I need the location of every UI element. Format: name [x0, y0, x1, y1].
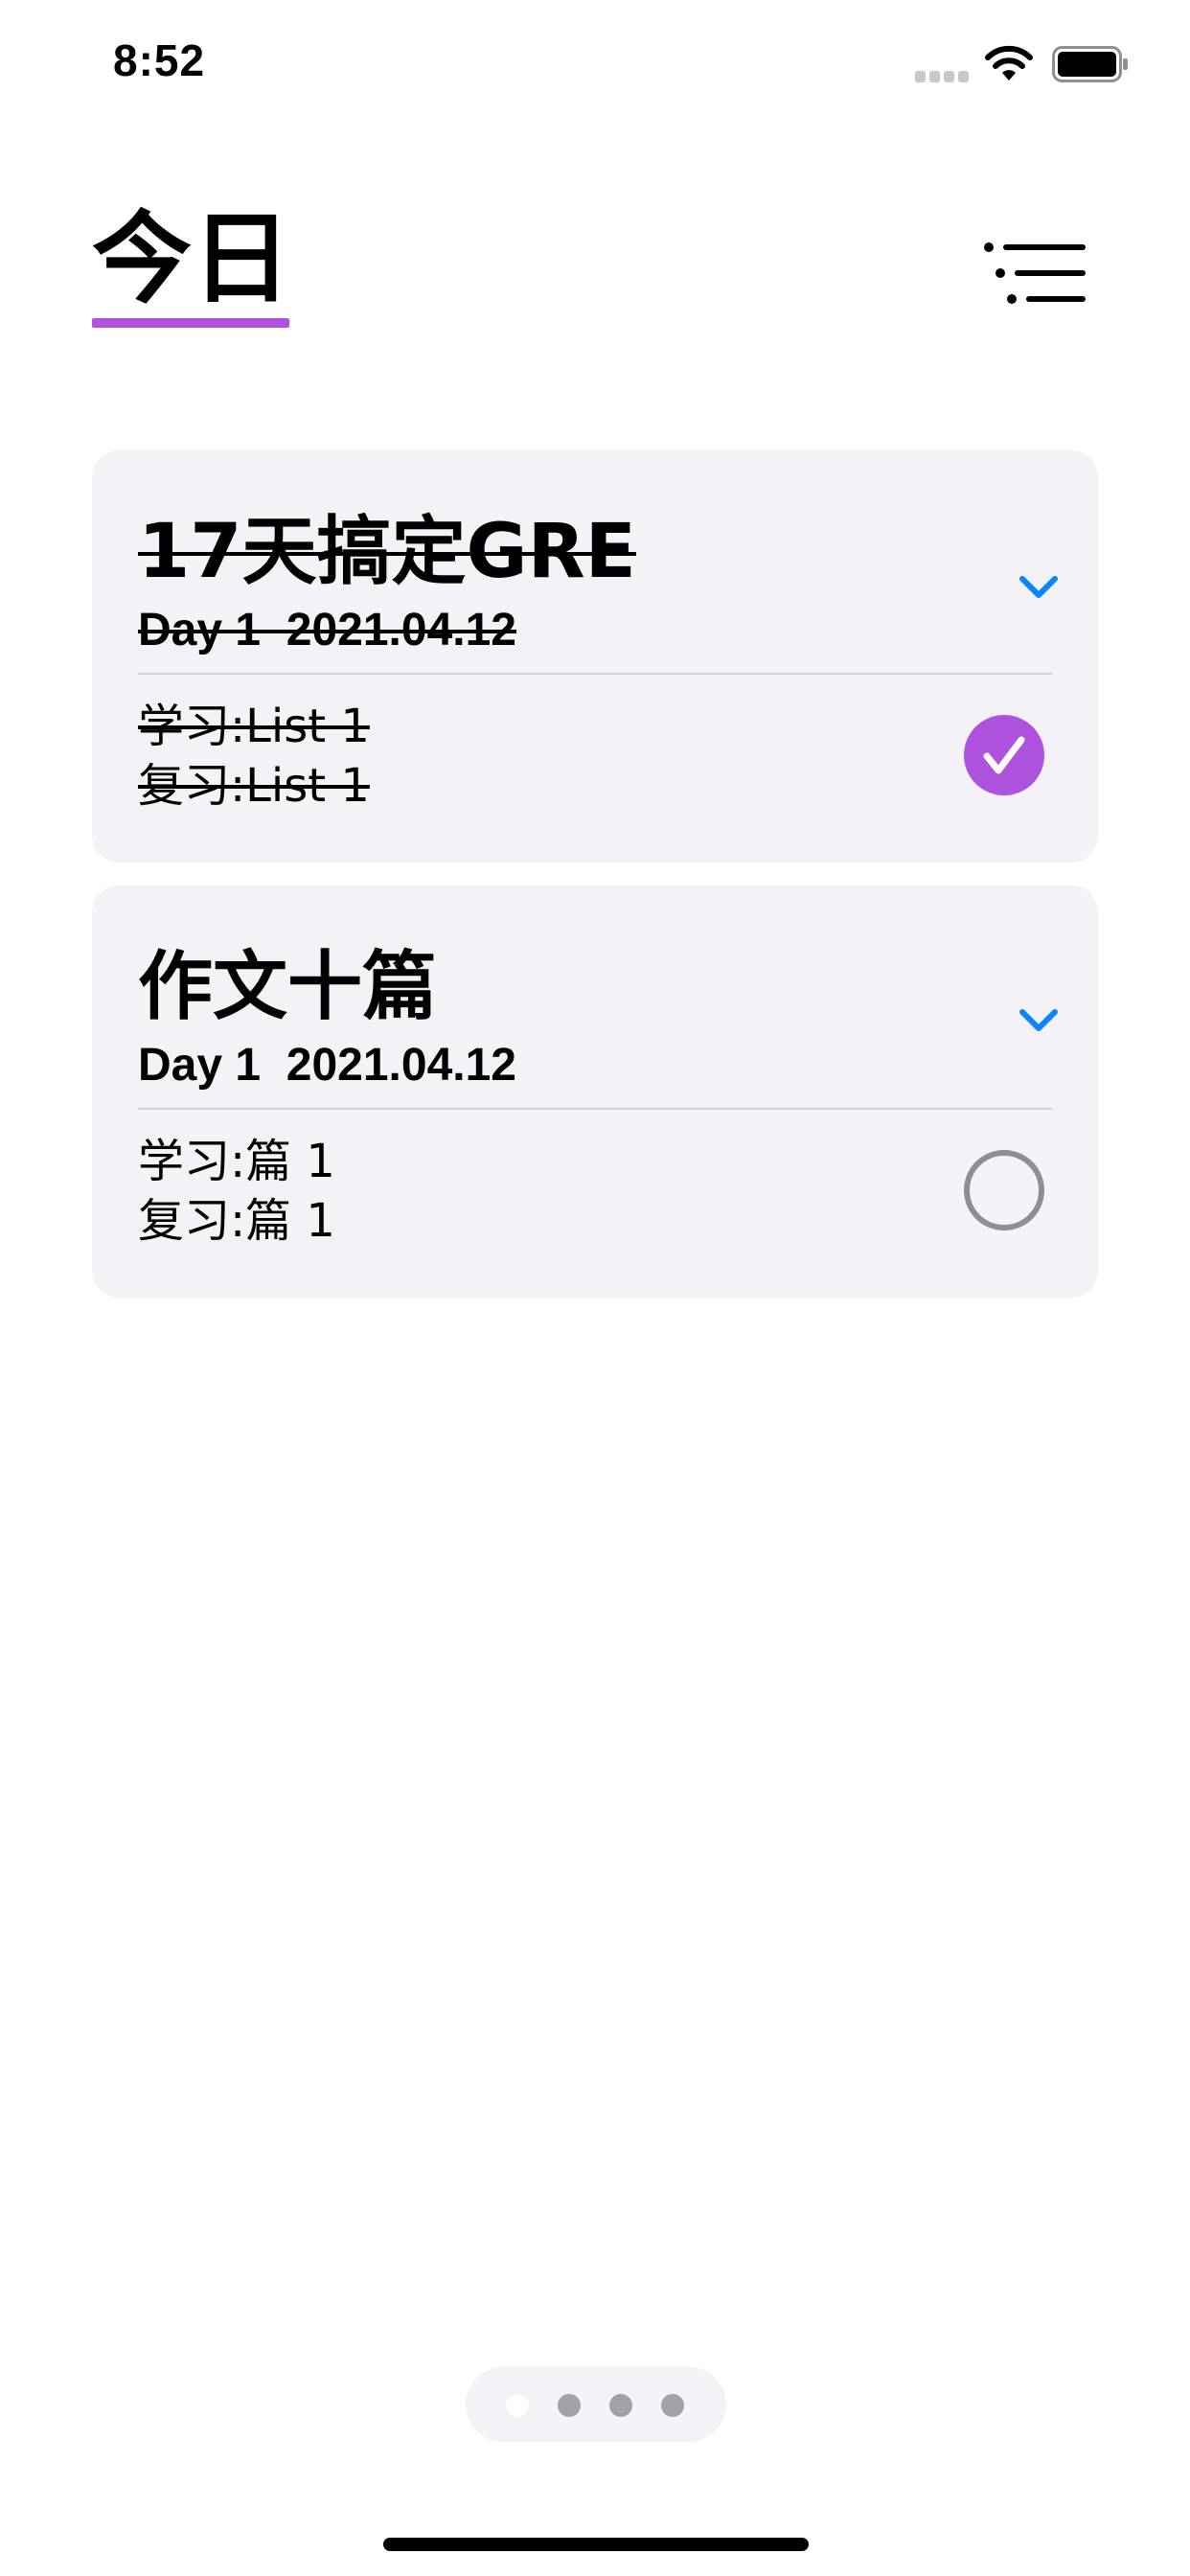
page-title: 今日 [92, 200, 292, 317]
card-review-item: 复习:篇 1 [138, 1194, 335, 1248]
card-study-item: 学习:List 1 [138, 700, 370, 753]
chevron-down-icon[interactable] [1018, 1006, 1060, 1035]
page-dot-2[interactable] [558, 2394, 581, 2417]
wifi-icon [985, 45, 1033, 80]
page-dot-1[interactable] [506, 2394, 529, 2417]
title-underline [92, 318, 289, 328]
task-card[interactable]: 作文十篇 Day 1 2021.04.12 学习:篇 1 复习:篇 1 [92, 886, 1098, 1298]
list-menu-icon[interactable] [983, 240, 1090, 307]
card-divider [138, 673, 1052, 675]
cellular-signal-icon [915, 69, 971, 84]
unchecked-circle-checkbox[interactable] [964, 1150, 1044, 1230]
card-review-item: 复习:List 1 [138, 759, 370, 813]
card-title: 17天搞定GRE [138, 509, 636, 595]
status-bar: 8:52 [0, 0, 1190, 134]
card-divider [138, 1108, 1052, 1110]
battery-icon [1052, 46, 1128, 82]
chevron-down-icon[interactable] [1018, 573, 1060, 602]
page-dot-4[interactable] [661, 2394, 684, 2417]
status-time: 8:52 [113, 35, 206, 85]
task-card[interactable]: 17天搞定GRE Day 1 2021.04.12 学习:List 1 复习:L… [92, 450, 1098, 862]
page-indicator[interactable] [466, 2367, 726, 2442]
completed-checkbox[interactable] [964, 715, 1044, 795]
card-study-item: 学习:篇 1 [138, 1135, 335, 1188]
screen: 8:52 今日 17天搞定GRE Day 1 2021.04.12 学习:Lis… [0, 0, 1190, 2576]
card-title: 作文十篇 [138, 944, 438, 1030]
card-day-date: Day 1 2021.04.12 [138, 605, 516, 656]
page-dot-3[interactable] [609, 2394, 632, 2417]
home-indicator[interactable] [383, 2538, 809, 2551]
card-day-date: Day 1 2021.04.12 [138, 1040, 516, 1091]
